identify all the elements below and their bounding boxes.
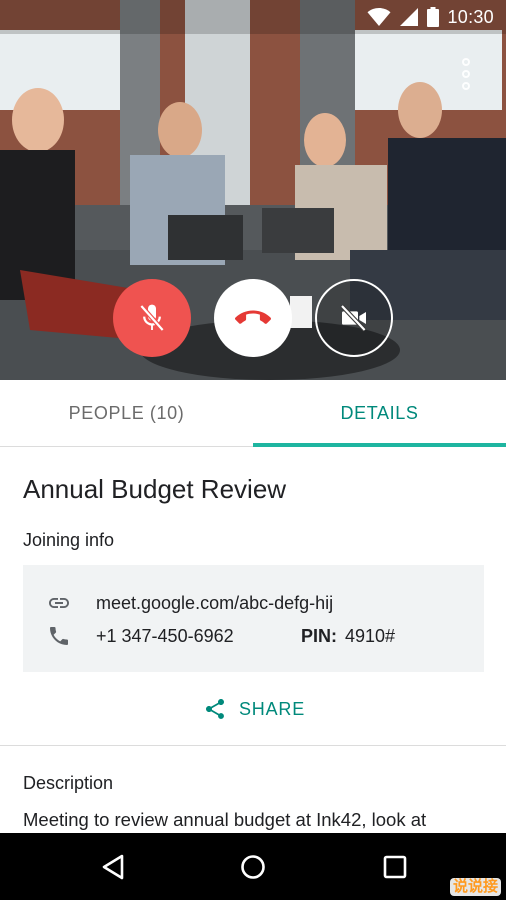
tab-details[interactable]: DETAILS — [253, 380, 506, 446]
meeting-link[interactable]: meet.google.com/abc-defg-hij — [96, 593, 333, 614]
videocam-off-icon — [340, 304, 367, 332]
description-text: Meeting to review annual budget at Ink42… — [23, 809, 427, 830]
wifi-icon — [367, 8, 391, 26]
video-feed: 10:30 — [0, 0, 506, 380]
end-call-button[interactable] — [214, 279, 292, 357]
watermark-logo: 说说接 — [450, 878, 502, 896]
tab-indicator — [253, 443, 506, 447]
section-divider — [0, 745, 506, 746]
status-time: 10:30 — [447, 6, 494, 27]
system-nav-bar — [0, 833, 506, 900]
share-label: SHARE — [239, 698, 306, 719]
battery-icon — [427, 7, 440, 27]
pin-value: 4910# — [345, 625, 396, 646]
back-icon — [102, 854, 124, 880]
back-button[interactable] — [96, 850, 130, 884]
cell-signal-icon — [400, 8, 419, 26]
call-end-icon — [235, 310, 271, 324]
recent-apps-icon — [383, 855, 407, 879]
tab-bar: PEOPLE (10) DETAILS — [0, 380, 506, 447]
more-vert-icon[interactable] — [452, 56, 480, 92]
mic-off-icon — [139, 304, 165, 332]
share-icon — [206, 699, 224, 719]
share-button[interactable]: SHARE — [203, 695, 305, 723]
mute-microphone-button[interactable] — [113, 279, 191, 357]
tab-people[interactable]: PEOPLE (10) — [0, 380, 253, 446]
dial-in-row: +1 347-450-6962 PIN: 4910# — [23, 623, 484, 649]
phone-icon — [47, 624, 71, 648]
pin-label: PIN: — [301, 625, 337, 646]
recent-apps-button[interactable] — [378, 850, 412, 884]
home-icon — [241, 855, 265, 879]
joining-info-card — [23, 565, 484, 672]
meeting-link-row[interactable]: meet.google.com/abc-defg-hij — [23, 590, 484, 616]
dial-in-number[interactable]: +1 347-450-6962 — [96, 626, 234, 647]
link-icon — [47, 591, 71, 615]
description-heading: Description — [23, 773, 114, 793]
home-button[interactable] — [236, 850, 270, 884]
status-bar: 10:30 — [0, 0, 506, 34]
joining-info-heading: Joining info — [23, 530, 115, 550]
toggle-camera-button[interactable] — [315, 279, 393, 357]
meeting-title: Annual Budget Review — [23, 474, 287, 504]
